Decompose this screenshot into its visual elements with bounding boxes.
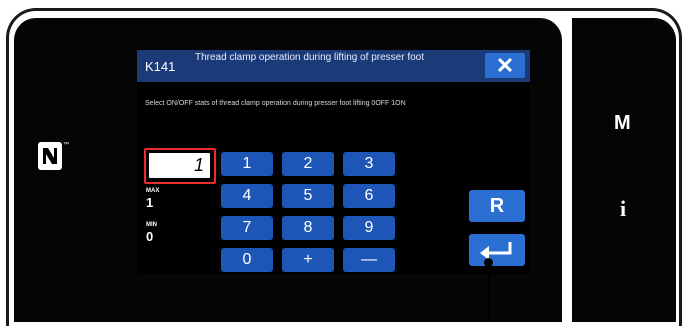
dialog-title-bar: K141 Thread clamp operation during lifti… — [137, 50, 530, 82]
keypad-key-1[interactable]: 1 — [221, 152, 273, 176]
value-text: 1 — [193, 155, 204, 175]
keypad-key-4[interactable]: 4 — [221, 184, 273, 208]
lcd-screen: K141 Thread clamp operation during lifti… — [137, 50, 530, 274]
close-icon: ✕ — [495, 53, 515, 78]
value-input[interactable]: 1 — [149, 153, 210, 178]
keypad-key-6[interactable]: 6 — [343, 184, 395, 208]
callout-marker — [484, 258, 493, 267]
close-button[interactable]: ✕ — [485, 53, 525, 78]
max-label: MAX — [146, 188, 160, 194]
keypad-key-8[interactable]: 8 — [282, 216, 334, 240]
reset-button[interactable]: R — [469, 190, 525, 222]
nfc-trademark: ™ — [63, 142, 69, 148]
callout-line — [488, 262, 490, 322]
enter-icon — [480, 242, 512, 260]
memory-switch-code: K141 — [145, 59, 176, 74]
min-label: MIN — [146, 222, 157, 228]
nfc-icon — [38, 142, 62, 170]
keypad-key-9[interactable]: 9 — [343, 216, 395, 240]
keypad-key-7[interactable]: 7 — [221, 216, 273, 240]
keypad-key-3[interactable]: 3 — [343, 152, 395, 176]
info-key[interactable]: i — [620, 196, 626, 222]
dialog-title: Thread clamp operation during lifting of… — [195, 52, 425, 63]
keypad-key-5[interactable]: 5 — [282, 184, 334, 208]
mode-key[interactable]: M — [614, 112, 631, 135]
keypad-key-0[interactable]: 0 — [221, 248, 273, 272]
keypad-key-minus[interactable]: — — [343, 248, 395, 272]
instruction-text: Select ON/OFF stats of thread clamp oper… — [145, 100, 406, 107]
min-value: 0 — [146, 229, 154, 244]
keypad-key-2[interactable]: 2 — [282, 152, 334, 176]
enter-button[interactable] — [469, 234, 525, 266]
value-input-highlight: 1 — [144, 148, 216, 184]
side-key-panel — [572, 18, 676, 322]
keypad-key-plus[interactable]: + — [282, 248, 334, 272]
max-value: 1 — [146, 195, 154, 210]
